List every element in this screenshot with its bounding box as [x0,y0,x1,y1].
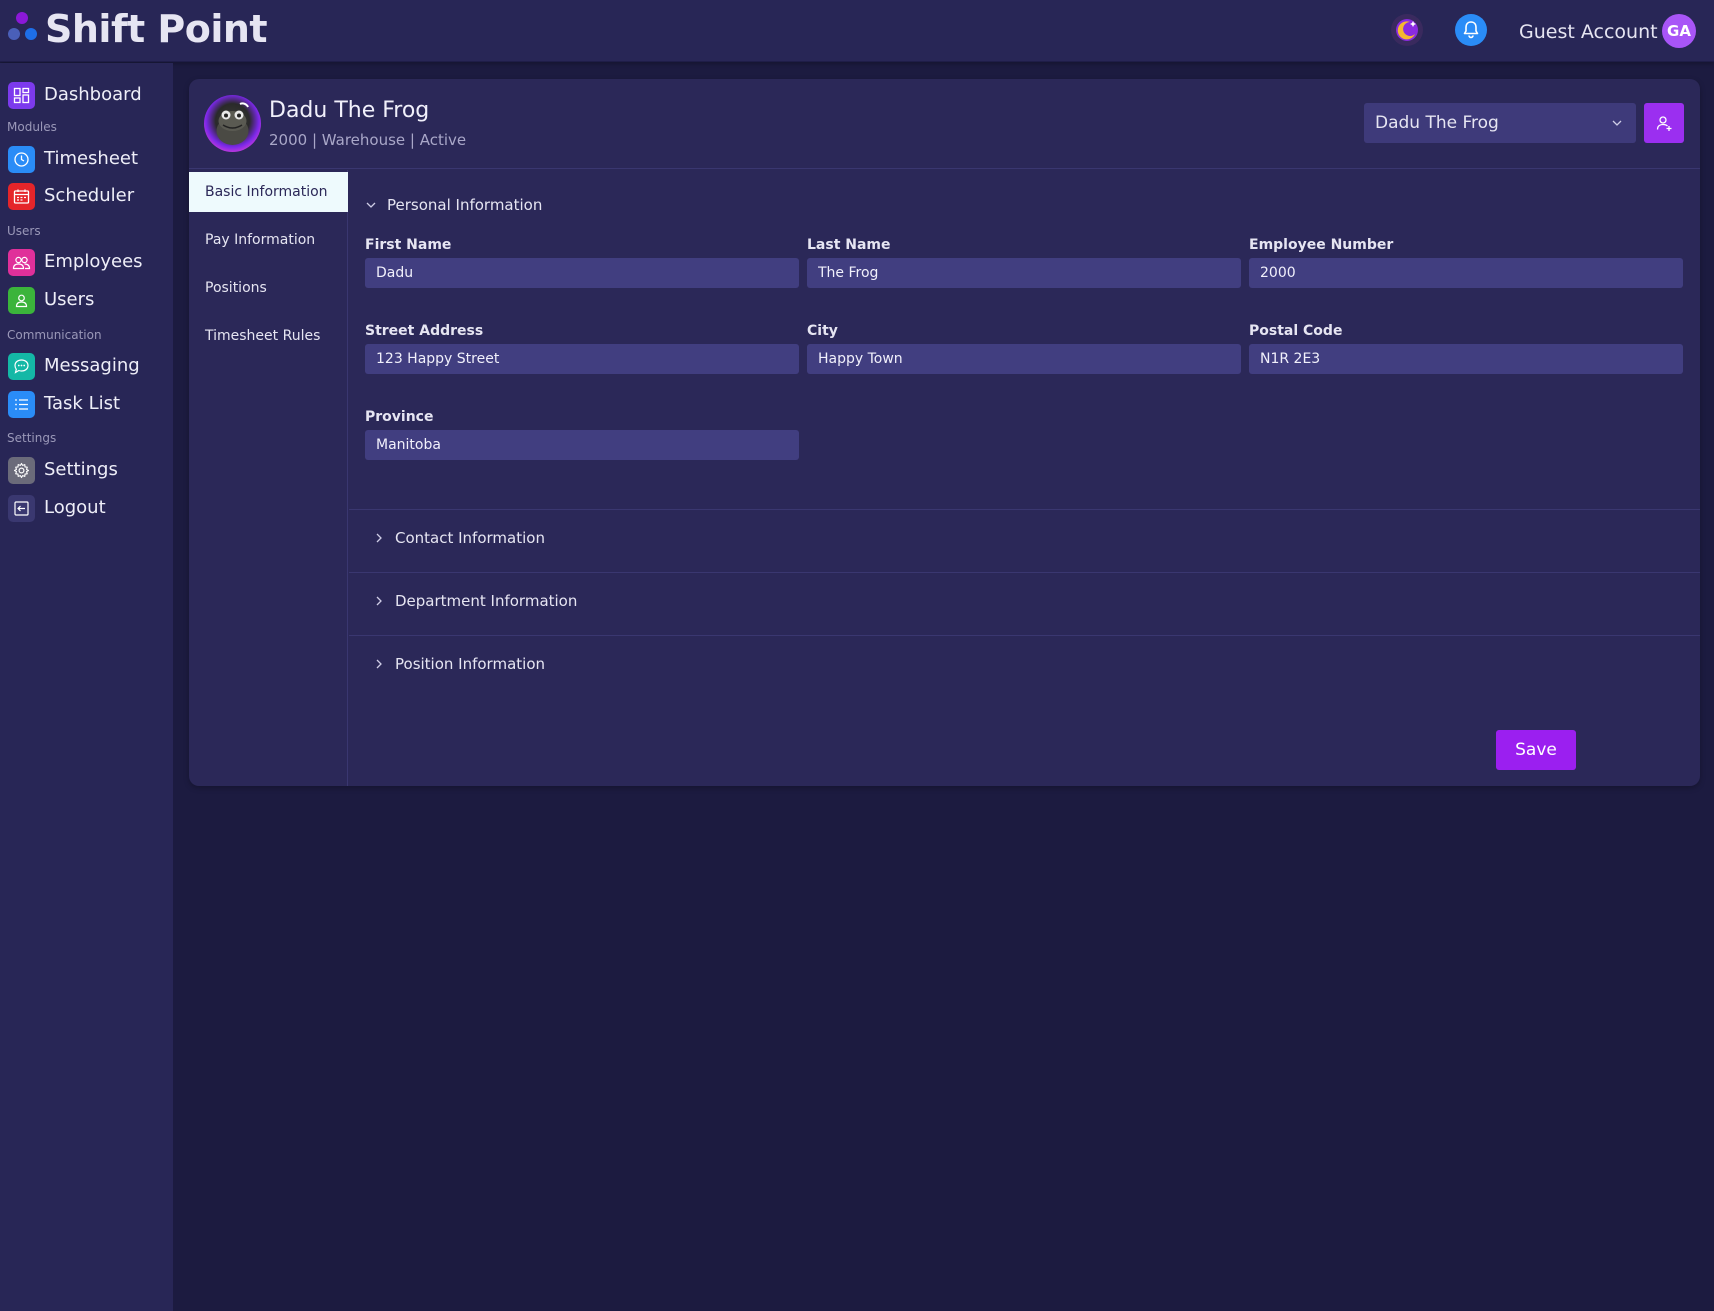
sidebar-section-users: Users [7,224,41,238]
add-user-icon [1656,116,1672,131]
save-button[interactable]: Save [1496,730,1576,770]
sidebar-item-timesheet[interactable]: Timesheet [8,144,138,174]
top-bar: Shift Point Guest Account GA [0,0,1714,62]
employee-number-label: Employee Number [1249,237,1394,253]
employee-card: Dadu The Frog 2000 | Warehouse | Active … [189,79,1700,786]
section-title: Personal Information [387,196,543,214]
contact-information-toggle[interactable]: Contact Information [373,529,545,547]
gear-icon [8,456,35,484]
postal-code-field[interactable] [1249,344,1683,374]
employee-avatar [204,95,261,152]
users-icon [8,248,35,276]
sidebar-item-label: Messaging [44,355,140,376]
sidebar-section-settings: Settings [7,431,57,445]
chevron-down-icon [366,202,376,208]
tab-positions[interactable]: Positions [189,268,348,308]
sidebar-item-logout[interactable]: Logout [8,493,106,523]
sidebar-item-scheduler[interactable]: Scheduler [8,181,134,211]
sidebar-item-label: Logout [44,497,106,518]
basic-information-panel: Personal Information First Name Last Nam… [349,170,1700,786]
sidebar-item-employees[interactable]: Employees [8,247,143,277]
street-address-field[interactable] [365,344,799,374]
section-divider [349,572,1700,573]
section-divider [349,509,1700,510]
sidebar-section-modules: Modules [7,120,57,134]
employee-select[interactable]: Dadu The Frog [1364,103,1636,143]
moon-icon [1396,19,1418,41]
sidebar-item-label: Scheduler [44,185,135,206]
chevron-right-icon [376,659,382,669]
last-name-label: Last Name [807,237,891,253]
first-name-label: First Name [365,237,452,253]
theme-toggle-button[interactable] [1391,14,1423,46]
employee-number-field[interactable] [1249,258,1683,288]
tab-pay-information[interactable]: Pay Information [189,220,348,260]
sidebar-item-users[interactable]: Users [8,285,94,315]
calendar-icon [8,182,35,210]
chevron-right-icon [376,596,382,606]
first-name-field[interactable] [365,258,799,288]
city-field[interactable] [807,344,1241,374]
user-icon [8,286,35,314]
employee-tabs: Basic Information Pay Information Positi… [189,170,348,786]
street-address-label: Street Address [365,323,484,339]
sidebar-section-communication: Communication [7,328,102,342]
logout-icon [8,494,35,522]
province-field[interactable] [365,430,799,460]
account-avatar[interactable]: GA [1662,14,1696,48]
last-name-field[interactable] [807,258,1241,288]
chevron-down-icon [1612,120,1622,126]
sidebar-item-label: Users [44,289,95,310]
section-title: Department Information [395,592,578,610]
sidebar-item-label: Task List [44,393,121,414]
clock-icon [8,145,35,173]
sidebar-item-label: Employees [44,251,143,272]
notifications-button[interactable] [1455,14,1487,46]
add-user-button[interactable] [1644,103,1684,143]
employee-header: Dadu The Frog 2000 | Warehouse | Active … [189,79,1700,169]
sidebar: Dashboard Modules Timesheet Scheduler Us… [0,63,173,1311]
logo-icon [8,12,37,40]
chat-icon [8,352,35,380]
sidebar-item-settings[interactable]: Settings [8,455,118,485]
province-label: Province [365,409,434,425]
account-name[interactable]: Guest Account [1519,20,1658,44]
bell-icon [1463,21,1479,39]
sidebar-item-label: Dashboard [44,84,142,105]
section-divider [349,635,1700,636]
tab-timesheet-rules[interactable]: Timesheet Rules [189,316,348,356]
sidebar-item-label: Timesheet [44,148,139,169]
postal-code-label: Postal Code [1249,323,1343,339]
dashboard-icon [8,81,35,109]
position-information-toggle[interactable]: Position Information [373,655,545,673]
sidebar-item-label: Settings [44,459,118,480]
city-label: City [807,323,838,339]
list-icon [8,390,35,418]
brand-title[interactable]: Shift Point [45,7,268,51]
department-information-toggle[interactable]: Department Information [373,592,577,610]
section-title: Position Information [395,655,545,673]
employee-meta: 2000 | Warehouse | Active [269,131,467,149]
sidebar-item-task-list[interactable]: Task List [8,389,120,419]
tab-basic-information[interactable]: Basic Information [189,172,348,212]
sidebar-item-messaging[interactable]: Messaging [8,351,140,381]
personal-information-toggle[interactable]: Personal Information [365,196,542,214]
chevron-right-icon [376,533,382,543]
employee-name: Dadu The Frog [269,98,430,123]
sidebar-item-dashboard[interactable]: Dashboard [8,80,142,110]
section-title: Contact Information [395,529,545,547]
employee-select-value: Dadu The Frog [1375,113,1499,133]
